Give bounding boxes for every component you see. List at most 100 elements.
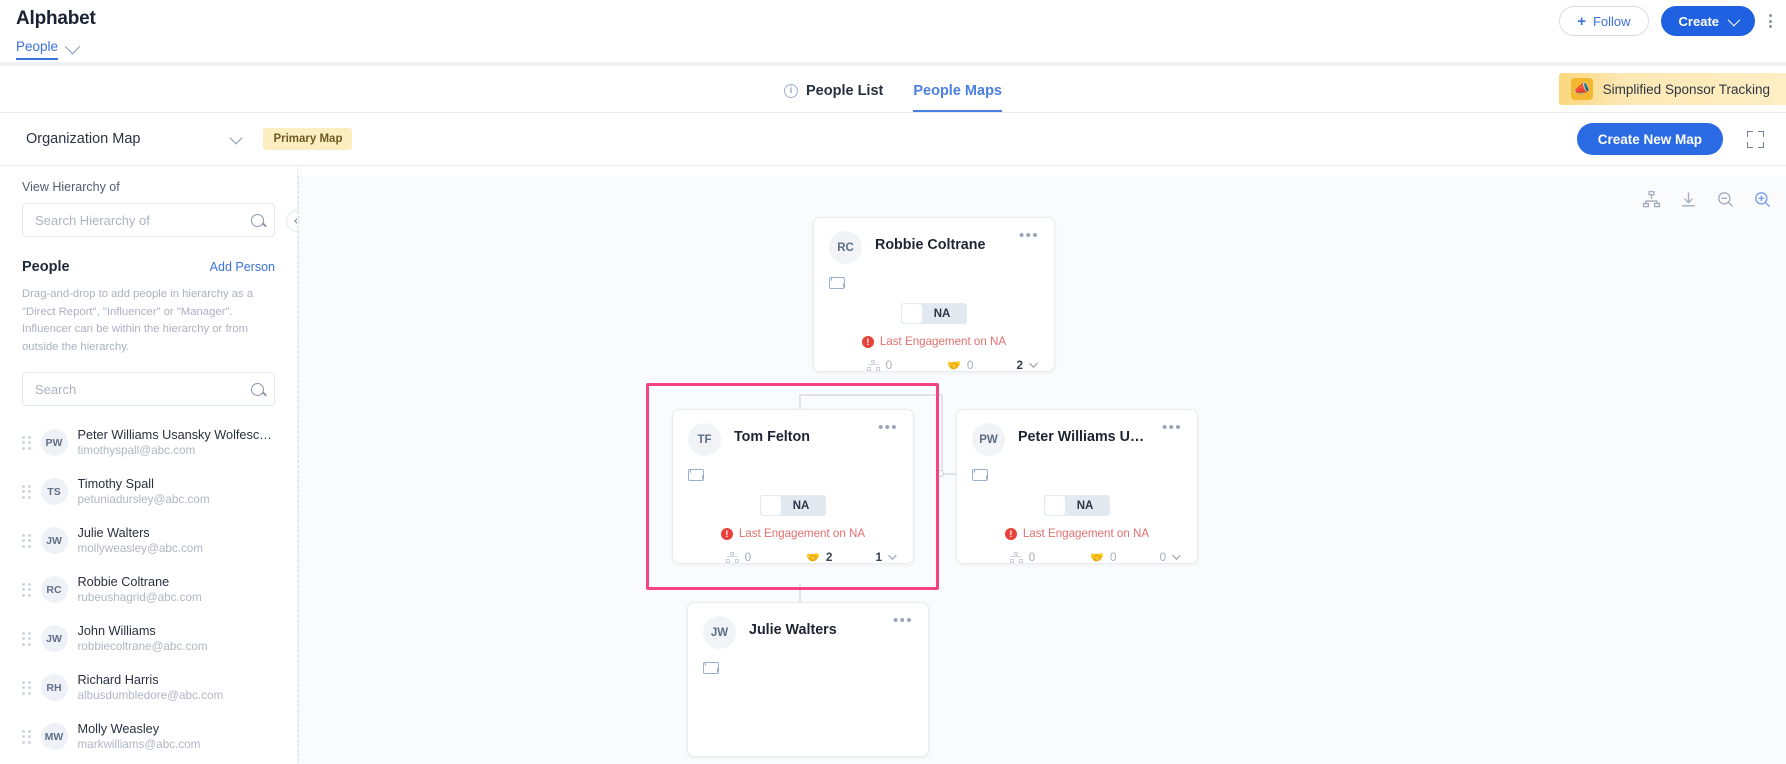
person-name: Robbie Coltrane — [77, 575, 170, 589]
hierarchy-icon — [866, 359, 880, 371]
person-name: Julie Walters — [77, 526, 150, 540]
avatar: TS — [40, 478, 68, 505]
list-item[interactable]: RC Robbie Coltrane rubeushagrid@abc.com — [22, 565, 275, 614]
add-person-button[interactable]: Add Person — [210, 260, 275, 274]
org-map-canvas[interactable]: RC Robbie Coltrane ••• NA ! Last Engagem… — [298, 176, 1786, 764]
map-name: Organization Map — [26, 131, 141, 147]
influencers-count[interactable]: 🤝 0 — [1069, 550, 1138, 564]
direct-reports-count[interactable]: 0 — [833, 358, 926, 372]
avatar: MW — [40, 723, 68, 750]
avatar: PW — [972, 423, 1005, 456]
follow-label: Follow — [1592, 13, 1631, 29]
warning-icon: ! — [720, 527, 733, 540]
status-toggle[interactable]: NA — [901, 303, 967, 324]
count-value: 1 — [875, 550, 882, 564]
map-selector[interactable]: Organization Map — [26, 131, 243, 147]
info-icon: i — [784, 84, 798, 98]
chevron-down-icon[interactable] — [64, 38, 81, 55]
drag-drop-hint: Drag-and-drop to add people in hierarchy… — [22, 288, 254, 353]
node-more-icon[interactable]: ••• — [878, 420, 898, 435]
engagement-label: Last Engagement on NA — [879, 335, 1007, 348]
avatar: RH — [40, 674, 68, 701]
status-toggle[interactable]: NA — [760, 495, 826, 516]
direct-reports-count[interactable]: 0 — [692, 550, 785, 564]
count-value: 0 — [1159, 550, 1166, 564]
expand-count[interactable]: 1 — [875, 550, 897, 564]
list-item[interactable]: JW Julie Walters mollyweasley@abc.com — [22, 516, 275, 565]
person-name: Richard Harris — [77, 673, 159, 687]
email-icon[interactable] — [703, 662, 719, 674]
influencers-count[interactable]: 🤝 0 — [926, 358, 995, 372]
hierarchy-icon — [725, 551, 739, 563]
sponsor-tracking-banner[interactable]: 📣 Simplified Sponsor Tracking — [1558, 73, 1786, 105]
drag-handle-icon[interactable] — [22, 680, 31, 695]
chevron-down-icon — [888, 551, 897, 560]
toggle-knob — [761, 496, 781, 515]
create-button[interactable]: Create — [1660, 6, 1755, 36]
create-new-map-button[interactable]: Create New Map — [1576, 123, 1723, 155]
drag-handle-icon[interactable] — [22, 582, 31, 597]
zoom-in-icon[interactable] — [1753, 190, 1772, 209]
node-footer: 0 🤝 2 1 — [688, 550, 898, 564]
direct-reports-count[interactable]: 0 — [976, 550, 1069, 564]
collapse-sidebar-button[interactable] — [286, 210, 297, 232]
node-more-icon[interactable]: ••• — [893, 613, 913, 628]
list-item[interactable]: PW Peter Williams Usansky Wolfeschleg… tim… — [22, 418, 275, 467]
plus-icon: + — [1577, 12, 1586, 30]
connector-dot — [937, 470, 944, 477]
org-node-peter-williams[interactable]: PW Peter Williams Usansk... ••• NA ! Las… — [956, 409, 1198, 564]
toggle-knob — [1045, 496, 1065, 515]
fullscreen-icon[interactable] — [1747, 130, 1764, 148]
map-toolbar-actions: Create New Map — [1576, 123, 1770, 155]
people-heading: People — [22, 259, 70, 275]
engagement-status: ! Last Engagement on NA — [688, 527, 898, 540]
person-email: petuniadursley@abc.com — [77, 493, 210, 506]
subtab-people[interactable]: People — [16, 39, 59, 60]
drag-handle-icon[interactable] — [22, 533, 31, 548]
node-more-icon[interactable]: ••• — [1162, 420, 1182, 435]
org-node-robbie-coltrane[interactable]: RC Robbie Coltrane ••• NA ! Last Engagem… — [813, 217, 1055, 372]
list-item[interactable]: TS Timothy Spall petuniadursley@abc.com — [22, 467, 275, 516]
list-item[interactable]: RH Richard Harris albusdumbledore@abc.com — [22, 663, 275, 712]
tabs-bar: i People List People Maps 📣 Simplified S… — [0, 66, 1786, 113]
expand-count[interactable]: 2 — [1016, 358, 1038, 372]
people-header: People Add Person — [22, 259, 275, 275]
list-item[interactable]: JW John Williams robbiecoltrane@abc.com — [22, 614, 275, 663]
avatar: RC — [40, 576, 68, 603]
fit-hierarchy-icon[interactable] — [1642, 190, 1661, 209]
count-value: 2 — [1016, 358, 1023, 372]
expand-count[interactable]: 0 — [1159, 550, 1181, 564]
tab-people-maps[interactable]: People Maps — [913, 83, 1002, 112]
download-icon[interactable] — [1679, 190, 1698, 209]
drag-handle-icon[interactable] — [22, 484, 31, 499]
drag-handle-icon[interactable] — [22, 631, 31, 646]
email-icon[interactable] — [688, 469, 704, 481]
connector-line — [799, 394, 942, 396]
more-options-button[interactable] — [1767, 10, 1780, 32]
hierarchy-search-input[interactable]: Search Hierarchy of — [22, 203, 275, 237]
follow-button[interactable]: + Follow — [1559, 6, 1649, 36]
email-icon[interactable] — [972, 469, 988, 481]
zoom-out-icon[interactable] — [1716, 190, 1735, 209]
drag-handle-icon[interactable] — [22, 729, 31, 744]
toggle-label: NA — [1076, 499, 1094, 512]
chevron-down-icon[interactable] — [230, 131, 243, 144]
list-item[interactable]: MW Molly Weasley markwilliams@abc.com — [22, 712, 275, 761]
people-list: PW Peter Williams Usansky Wolfeschleg… tim… — [22, 418, 275, 761]
org-node-tom-felton[interactable]: TF Tom Felton ••• NA ! Last Engagement o… — [672, 409, 914, 564]
view-hierarchy-label: View Hierarchy of — [22, 180, 120, 194]
person-email: timothyspall@abc.com — [77, 444, 196, 457]
drag-handle-icon[interactable] — [22, 435, 31, 450]
person-email: mollyweasley@abc.com — [77, 542, 204, 555]
org-node-julie-walters[interactable]: JW Julie Walters ••• — [687, 602, 929, 757]
node-more-icon[interactable]: ••• — [1019, 228, 1039, 243]
influencers-count[interactable]: 🤝 2 — [785, 550, 854, 564]
node-footer: 0 🤝 0 2 — [829, 358, 1039, 372]
people-search-input[interactable]: Search — [22, 372, 275, 406]
tab-people-list[interactable]: i People List — [784, 83, 883, 112]
status-toggle[interactable]: NA — [1044, 495, 1110, 516]
email-icon[interactable] — [829, 277, 845, 289]
influencers-value: 0 — [966, 358, 974, 372]
top-bar-left: Alphabet People — [14, 8, 96, 60]
hierarchy-icon — [1009, 551, 1023, 563]
